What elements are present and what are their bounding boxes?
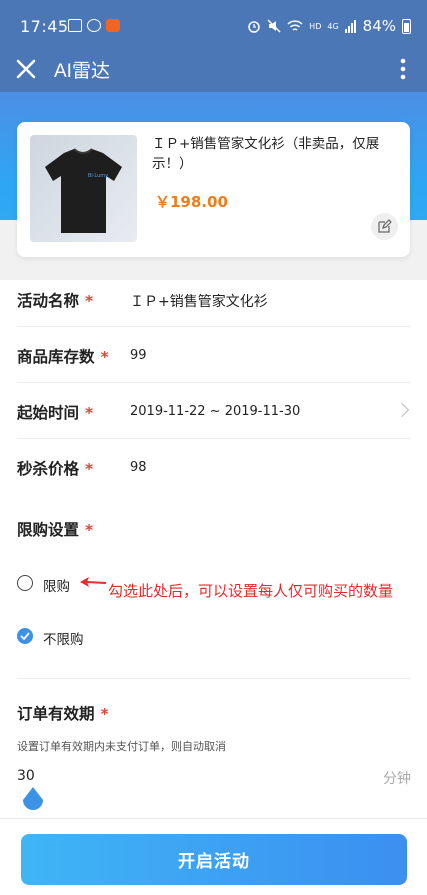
flash-price-row[interactable]: 秒杀价格 * 98: [17, 439, 411, 494]
start-time-row[interactable]: 起始时间 * 2019-11-22 ~ 2019-11-30: [17, 383, 411, 439]
activity-name-value[interactable]: ＩＰ+销售管家文化衫: [130, 291, 268, 311]
tshirt-image: Bi·Lumy: [45, 148, 122, 233]
order-validity-label: 订单有效期 *: [17, 705, 109, 723]
required-mark: *: [100, 348, 109, 366]
product-card: Bi·Lumy ＩＰ+销售管家文化衫（非卖品，仅展示！） ￥198.00: [17, 122, 410, 257]
wifi-icon: [287, 20, 303, 31]
product-name: ＩＰ+销售管家文化衫（非卖品，仅展示！）: [152, 136, 380, 172]
mute-icon: [267, 19, 281, 33]
signal-icon: [344, 20, 356, 33]
close-icon[interactable]: [13, 56, 39, 82]
start-time-value[interactable]: 2019-11-22 ~ 2019-11-30: [130, 404, 300, 419]
no-limit-radio[interactable]: [17, 628, 33, 644]
battery-percent: 84%: [362, 17, 396, 35]
battery-icon: [402, 18, 411, 34]
flash-price-label: 秒杀价格 *: [17, 460, 94, 478]
arrow-left-icon: [80, 577, 107, 587]
order-validity-input[interactable]: 30: [17, 768, 35, 784]
start-activity-button[interactable]: 开启活动: [21, 834, 407, 885]
shirt-logo-text: Bi·Lumy: [88, 173, 108, 179]
edit-button[interactable]: [371, 213, 398, 240]
network-label: 4G: [327, 21, 339, 31]
hd-label: HD: [309, 21, 322, 31]
required-mark: *: [85, 404, 94, 422]
required-mark: *: [85, 521, 94, 539]
text-cursor-handle[interactable]: [21, 786, 45, 814]
order-validity-unit: 分钟: [383, 771, 411, 787]
stock-row[interactable]: 商品库存数 * 99: [17, 327, 411, 383]
status-time: 17:45: [20, 17, 69, 36]
required-mark: *: [85, 292, 94, 310]
limit-option-label[interactable]: 限购: [43, 575, 70, 595]
order-validity-hint: 设置订单有效期内未支付订单，则自动取消: [17, 740, 226, 753]
chevron-right-icon: [394, 402, 410, 418]
no-limit-option-label[interactable]: 不限购: [43, 628, 84, 648]
product-price: ￥198.00: [155, 193, 228, 211]
annotation-text: 勾选此处后，可以设置每人仅可购买的数量: [108, 582, 394, 600]
divider: [17, 678, 411, 679]
page-title: AI雷达: [54, 61, 110, 82]
app-badge-icon: [106, 19, 120, 32]
app-circle-icon: [87, 19, 101, 32]
start-time-label: 起始时间 *: [17, 404, 94, 422]
activity-name-row[interactable]: 活动名称 * ＩＰ+销售管家文化衫: [17, 270, 411, 327]
limit-label: 限购设置 *: [17, 521, 94, 539]
flash-price-value[interactable]: 98: [130, 460, 147, 475]
alarm-icon: [248, 21, 260, 33]
image-icon: [68, 19, 82, 32]
required-mark: *: [85, 460, 94, 478]
title-bar: AI雷达: [0, 46, 427, 92]
edit-icon: [378, 219, 392, 233]
system-icons: HD 4G 84%: [247, 17, 411, 35]
stock-label: 商品库存数 *: [17, 348, 109, 366]
more-vertical-icon[interactable]: [393, 55, 413, 83]
activity-name-label: 活动名称 *: [17, 292, 94, 310]
notification-icons: [68, 19, 120, 32]
stock-value[interactable]: 99: [130, 348, 147, 363]
product-image: Bi·Lumy: [30, 135, 137, 242]
required-mark: *: [100, 705, 109, 723]
limit-radio[interactable]: [17, 575, 33, 591]
check-icon: [20, 632, 30, 640]
